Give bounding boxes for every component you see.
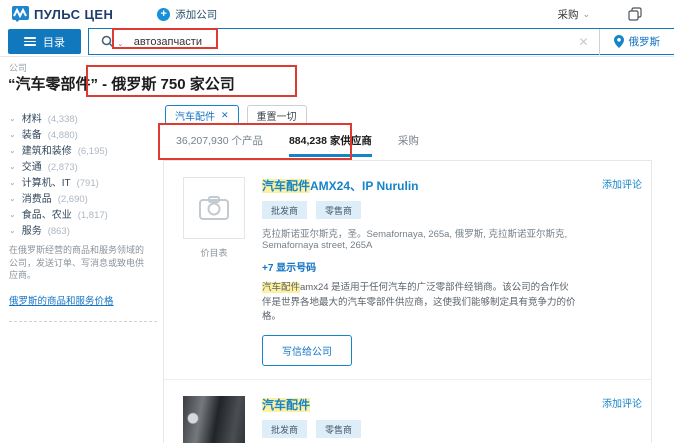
chevron-down-icon: ⌄ xyxy=(9,146,16,155)
page: ПУЛЬС ЦЕН + 添加公司 采购 ⌄ 目录 ⌄ ✕ xyxy=(0,0,674,443)
chevron-down-icon: ⌄ xyxy=(582,8,590,19)
top-bar: ПУЛЬС ЦЕН + 添加公司 采购 ⌄ xyxy=(0,0,674,28)
chevron-down-icon: ⌄ xyxy=(9,130,16,139)
chevron-down-icon: ⌄ xyxy=(9,114,16,123)
description-rest: amx24 是适用于任何汽车的广泛零部件经销商。该公司的合作伙伴是世界各地最大的… xyxy=(262,282,576,323)
write-to-company-button[interactable]: 写信给公司 xyxy=(262,335,352,367)
procurement-dropdown[interactable]: 采购 ⌄ xyxy=(557,7,590,22)
filter-chips: 汽车配件 ✕ 重置一切 xyxy=(165,105,307,125)
chevron-down-icon: ⌄ xyxy=(9,194,16,203)
sidebar-item-services[interactable]: ⌄ 服务 (863) xyxy=(9,222,159,237)
search-bar: ⌄ ✕ 俄罗斯 xyxy=(88,28,674,55)
logo-icon xyxy=(12,6,29,22)
sidebar-item-construction[interactable]: ⌄ 建筑和装修 (6,195) xyxy=(9,142,159,157)
plus-icon: + xyxy=(157,7,171,21)
company-badges: 批发商 零售商 xyxy=(262,420,577,439)
company-photo[interactable] xyxy=(183,396,245,443)
company-thumb-column: 价目表 xyxy=(183,396,245,443)
badge-retailer: 零售商 xyxy=(316,201,362,219)
sidebar-note: 在俄罗斯经营的商品和服务领域的公司，发送订单、写消息或致电供应商。 xyxy=(9,245,145,281)
photo-placeholder[interactable] xyxy=(183,177,245,239)
chevron-down-icon: ⌄ xyxy=(9,162,16,171)
result-tabs: 36,207,930 个产品 884,238 家供应商 采购 xyxy=(176,133,419,157)
company-name[interactable]: 汽车配件AMX24、IP Nurulin xyxy=(262,177,577,194)
search-icon[interactable] xyxy=(101,35,114,48)
reset-all-button[interactable]: 重置一切 xyxy=(246,105,307,125)
logo-text: ПУЛЬС ЦЕН xyxy=(34,6,114,22)
add-review-link[interactable]: 添加评论 xyxy=(602,176,642,191)
company-card: 价目表 汽车配件 批发商 零售商 十月镇村，哦，121，奥斯特罗夫齐，圣，中环，… xyxy=(164,379,651,443)
search-input[interactable] xyxy=(133,35,569,48)
sidebar-item-equipment[interactable]: ⌄ 装备 (4,880) xyxy=(9,126,159,141)
company-name-rest: AMX24、IP Nurulin xyxy=(310,179,419,193)
price-list-link[interactable]: 价目表 xyxy=(183,246,245,259)
description-highlight: 汽车配件 xyxy=(262,282,301,293)
chevron-down-icon: ⌄ xyxy=(9,226,16,235)
badge-wholesaler: 批发商 xyxy=(262,420,308,439)
company-badges: 批发商 零售商 xyxy=(262,201,577,219)
filter-chip-auto-parts[interactable]: 汽车配件 ✕ xyxy=(165,105,239,125)
procurement-label: 采购 xyxy=(557,8,579,21)
tab-procurement[interactable]: 采购 xyxy=(398,133,419,157)
sidebar-item-it[interactable]: ⌄ 计算机、IT (791) xyxy=(9,174,159,189)
sidebar-prices-link[interactable]: 俄罗斯的商品和服务价格 xyxy=(9,293,114,307)
company-card-body: 汽车配件 批发商 零售商 十月镇村，哦，121，奥斯特罗夫齐，圣，中环，政府12… xyxy=(262,396,641,443)
sidebar-item-food-agriculture[interactable]: ⌄ 食品、农业 (1,817) xyxy=(9,206,159,221)
company-address: 克拉斯诺亚尔斯克，圣。Semafornaya, 265a, 俄罗斯, 克拉斯诺亚… xyxy=(262,229,568,251)
company-description: 汽车配件amx24 是适用于任何汽车的广泛零部件经销商。该公司的合作伙伴是世界各… xyxy=(262,281,577,325)
sidebar-item-materials[interactable]: ⌄ 材料 (4,338) xyxy=(9,110,159,125)
region-label: 俄罗斯 xyxy=(628,36,661,48)
company-name-highlight: 汽车配件 xyxy=(262,398,311,413)
chevron-down-icon: ⌄ xyxy=(9,178,16,187)
sidebar-item-transport[interactable]: ⌄ 交通 (2,873) xyxy=(9,158,159,173)
top-bar-right: 采购 ⌄ xyxy=(557,7,662,22)
clear-search-icon[interactable]: ✕ xyxy=(568,35,598,49)
company-thumb-column: 价目表 xyxy=(183,177,245,366)
sidebar-item-consumer-goods[interactable]: ⌄ 消费品 (2,690) xyxy=(9,190,159,205)
hamburger-icon xyxy=(24,37,36,46)
search-type-chevron-icon[interactable]: ⌄ xyxy=(117,39,124,48)
catalog-button[interactable]: 目录 xyxy=(8,29,81,54)
chevron-down-icon: ⌄ xyxy=(9,210,16,219)
company-name[interactable]: 汽车配件 xyxy=(262,396,577,413)
page-title-query: “汽车零部件” xyxy=(8,76,99,93)
company-name-highlight: 汽车配件 xyxy=(262,179,311,193)
add-review-link[interactable]: 添加评论 xyxy=(602,395,642,410)
camera-icon xyxy=(199,196,229,220)
company-card-body: 汽车配件AMX24、IP Nurulin 批发商 零售商 克拉斯诺亚尔斯克，圣。… xyxy=(262,177,641,367)
category-sidebar: ⌄ 材料 (4,338) ⌄ 装备 (4,880) ⌄ 建筑和装修 (6,195) ⌄ 交通(… xyxy=(9,110,159,322)
sidebar-dashed-divider xyxy=(9,320,157,322)
tab-products[interactable]: 36,207,930 个产品 xyxy=(176,133,263,157)
header-separator xyxy=(0,56,674,57)
show-phone-link[interactable]: +7 显示号码 xyxy=(262,259,577,274)
logo[interactable]: ПУЛЬС ЦЕН xyxy=(12,6,113,22)
add-company-link[interactable]: + 添加公司 xyxy=(157,7,217,22)
add-company-label: 添加公司 xyxy=(175,8,218,21)
results-panel: 价目表 汽车配件AMX24、IP Nurulin 批发商 零售商 克拉斯诺亚尔斯… xyxy=(163,160,652,443)
location-pin-icon xyxy=(613,35,624,48)
tab-suppliers[interactable]: 884,238 家供应商 xyxy=(288,133,372,157)
page-title: “汽车零部件” - 俄罗斯 750 家公司 xyxy=(8,73,235,94)
remove-filter-icon[interactable]: ✕ xyxy=(221,110,229,121)
windows-copy-icon[interactable] xyxy=(628,7,642,21)
reset-all-label: 重置一切 xyxy=(256,111,297,123)
badge-retailer: 零售商 xyxy=(316,420,362,439)
filter-chip-label: 汽车配件 xyxy=(175,111,215,123)
catalog-button-label: 目录 xyxy=(43,36,65,49)
page-title-rest: - 俄罗斯 750 家公司 xyxy=(98,76,235,93)
region-selector[interactable]: 俄罗斯 xyxy=(600,34,674,49)
badge-wholesaler: 批发商 xyxy=(262,201,308,219)
company-card: 价目表 汽车配件AMX24、IP Nurulin 批发商 零售商 克拉斯诺亚尔斯… xyxy=(164,161,651,379)
